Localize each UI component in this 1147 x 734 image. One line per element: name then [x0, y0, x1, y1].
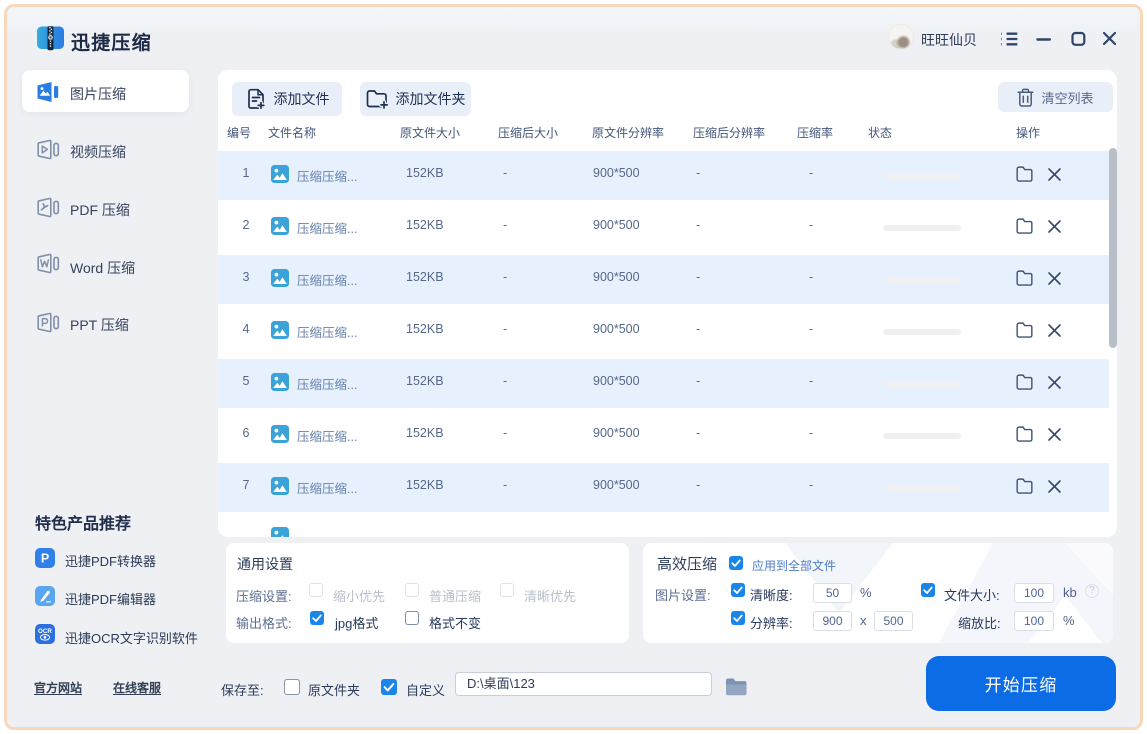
svg-text:P: P [41, 552, 49, 566]
svg-text:OCR: OCR [38, 628, 52, 635]
